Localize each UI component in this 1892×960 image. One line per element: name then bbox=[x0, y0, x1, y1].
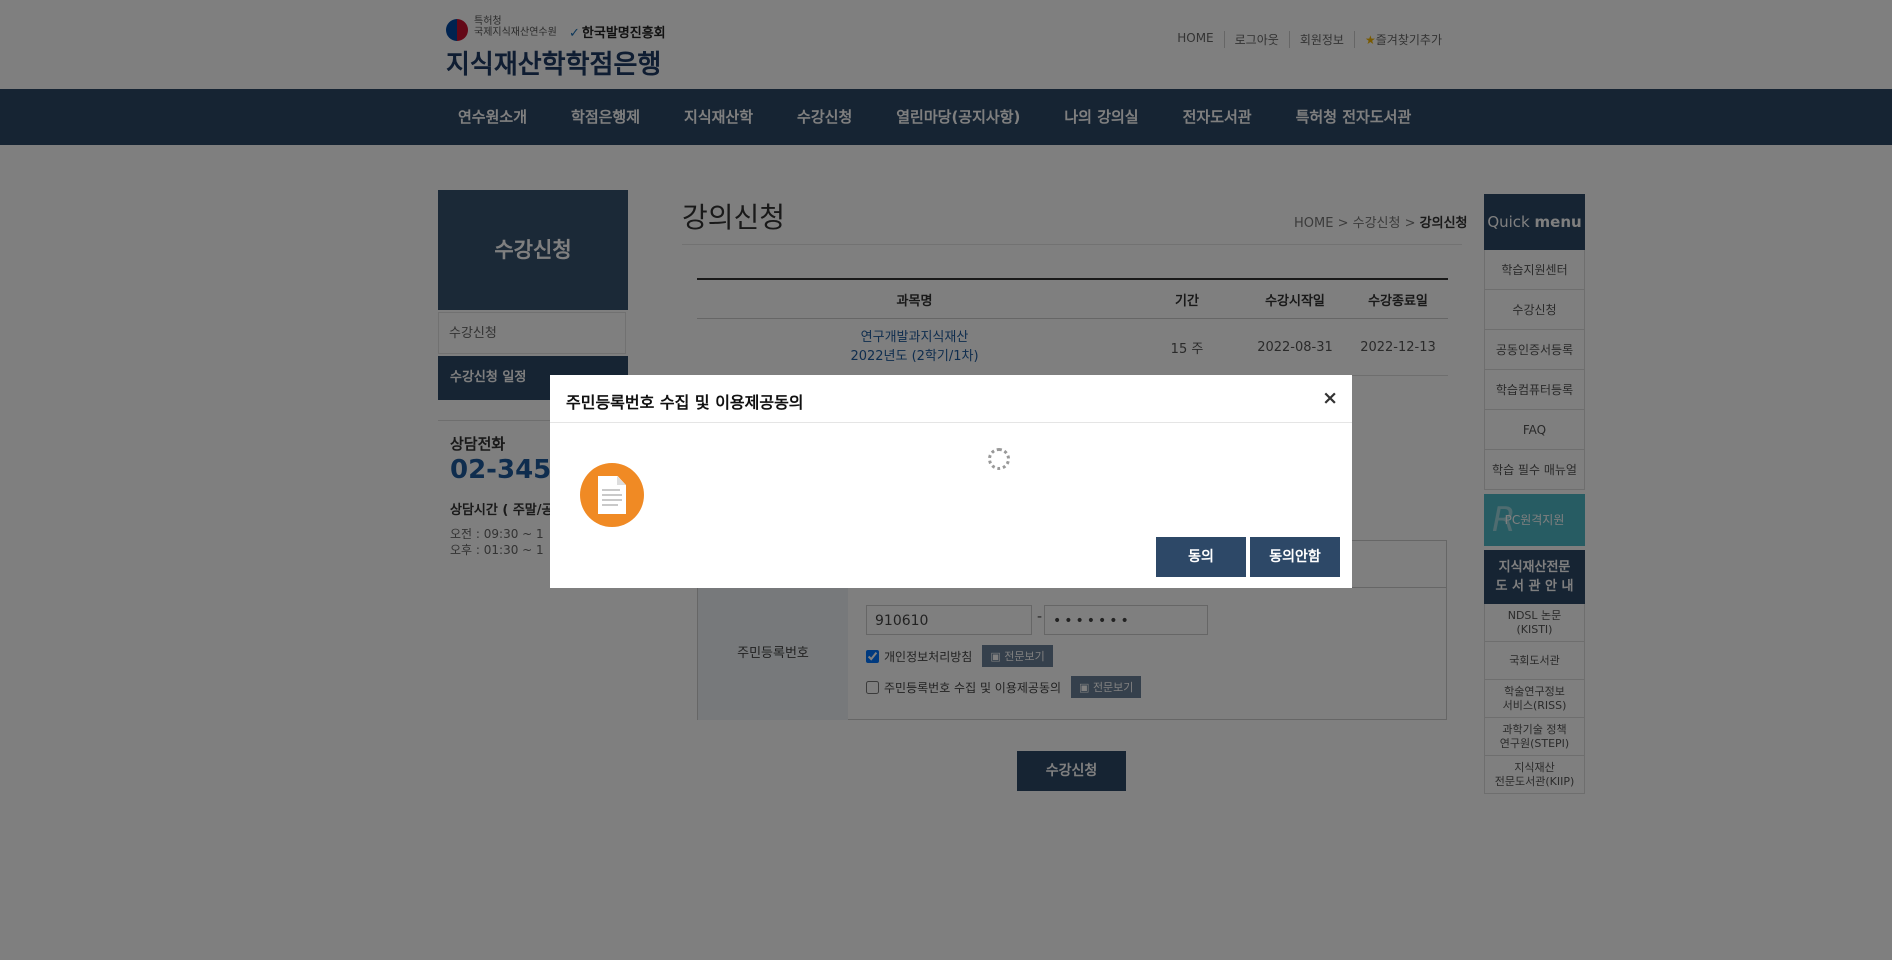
disagree-button[interactable]: 동의안함 bbox=[1250, 537, 1340, 577]
agree-button[interactable]: 동의 bbox=[1156, 537, 1246, 577]
loading-spinner-icon bbox=[988, 448, 1010, 470]
close-icon[interactable]: × bbox=[1322, 387, 1338, 409]
document-icon bbox=[580, 463, 644, 527]
modal-divider bbox=[550, 422, 1352, 423]
consent-modal: 주민등록번호 수집 및 이용제공동의 × 동의 동의안함 bbox=[550, 375, 1352, 588]
modal-title: 주민등록번호 수집 및 이용제공동의 bbox=[566, 393, 804, 412]
